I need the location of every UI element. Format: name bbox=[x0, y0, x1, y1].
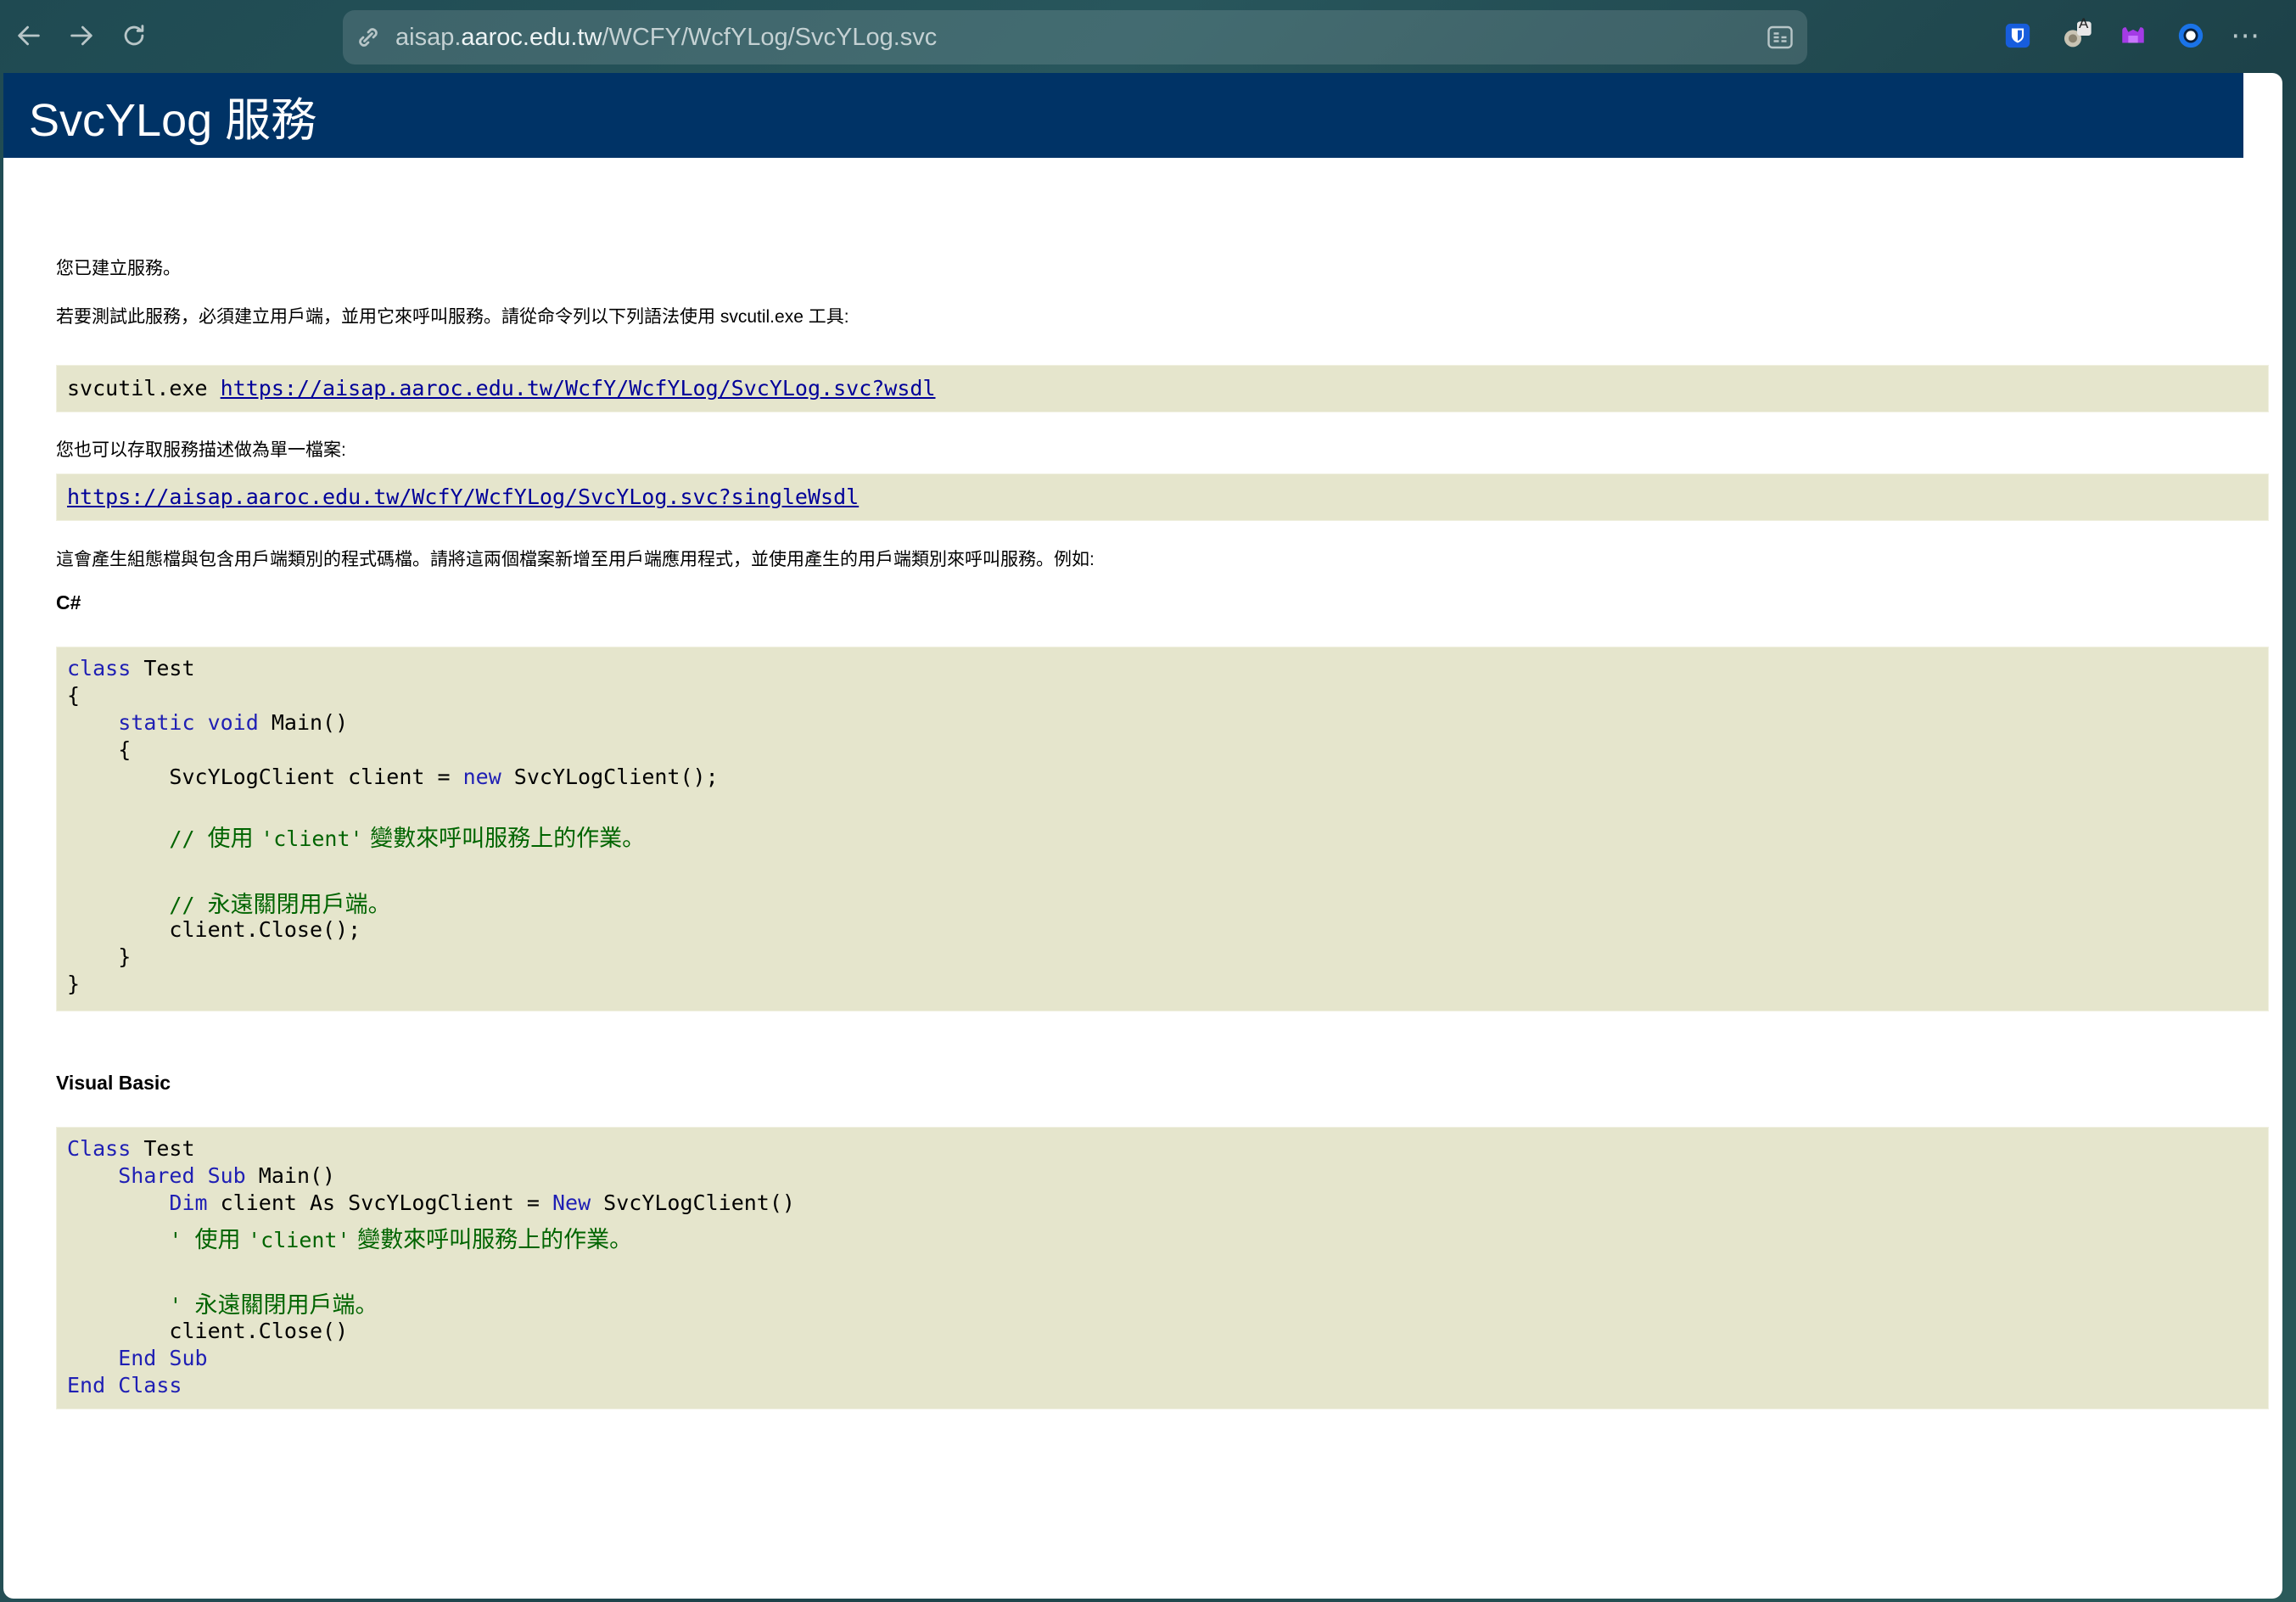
record-icon bbox=[2178, 23, 2204, 48]
translate-extension[interactable]: A bbox=[2058, 15, 2096, 54]
code-line: End Class bbox=[67, 1373, 182, 1398]
bitwarden-extension[interactable] bbox=[1999, 17, 2036, 54]
arrow-right-icon bbox=[70, 25, 92, 46]
more-menu-button[interactable]: ⋯ bbox=[2226, 17, 2264, 54]
code-comment: // 永遠關閉用戶端。 bbox=[67, 892, 391, 918]
code-line: Class Test bbox=[67, 1136, 195, 1161]
code-comment: // 使用 'client' 變數來呼叫服務上的作業。 bbox=[67, 826, 646, 852]
vb-code-block: Class Test Shared Sub Main() Dim client … bbox=[56, 1127, 2269, 1409]
arrow-left-icon bbox=[18, 25, 40, 46]
created-text: 您已建立服務。 bbox=[56, 259, 181, 278]
reload-button[interactable] bbox=[114, 15, 154, 56]
forward-button[interactable] bbox=[61, 15, 102, 56]
code-line: } bbox=[67, 944, 132, 969]
code-line: class Test bbox=[67, 656, 195, 681]
back-button[interactable] bbox=[8, 15, 49, 56]
code-comment: ' 使用 'client' 變數來呼叫服務上的作業。 bbox=[67, 1227, 633, 1253]
code-line: client.Close() bbox=[67, 1319, 349, 1343]
extension-icon bbox=[2122, 27, 2144, 43]
page-viewport: SvcYLog 服務 您已建立服務。 若要測試此服務，必須建立用戶端，並用它來呼… bbox=[3, 73, 2282, 1599]
single-wsdl-link[interactable]: https://aisap.aaroc.edu.tw/WcfY/WcfYLog/… bbox=[67, 485, 859, 509]
csharp-code-block: class Test { static void Main() { SvcYLo… bbox=[56, 647, 2269, 1011]
code-comment: ' 永遠關閉用戶端。 bbox=[67, 1292, 378, 1319]
single-file-text: 您也可以存取服務描述做為單一檔案: bbox=[56, 440, 346, 460]
code-line: client.Close(); bbox=[67, 917, 361, 942]
purple-extension[interactable] bbox=[2114, 17, 2152, 54]
url-text[interactable]: aisap.aaroc.edu.tw/WCFY/WcfYLog/SvcYLog.… bbox=[395, 10, 937, 64]
generate-instructions: 這會產生組態檔與包含用戶端類別的程式碼檔。請將這兩個檔案新增至用戶端應用程式，並… bbox=[56, 550, 1095, 569]
translate-badge: A bbox=[2079, 15, 2089, 31]
site-settings-icon[interactable] bbox=[353, 22, 384, 53]
code-line: End Sub bbox=[67, 1346, 208, 1370]
svcutil-command: svcutil.exe bbox=[67, 376, 221, 400]
code-line: { bbox=[67, 737, 132, 762]
translate-icon bbox=[2064, 21, 2092, 48]
reload-icon bbox=[124, 25, 144, 46]
wsdl-link[interactable]: https://aisap.aaroc.edu.tw/WcfY/WcfYLog/… bbox=[221, 376, 936, 400]
code-line: static void Main() bbox=[118, 710, 349, 735]
single-wsdl-box: https://aisap.aaroc.edu.tw/WcfY/WcfYLog/… bbox=[56, 473, 2269, 521]
page-title: SvcYLog 服務 bbox=[3, 73, 2243, 158]
vb-heading: Visual Basic bbox=[56, 1072, 171, 1094]
more-icon: ⋯ bbox=[2231, 19, 2260, 53]
csharp-heading: C# bbox=[56, 591, 81, 613]
test-instructions: 若要測試此服務，必須建立用戶端，並用它來呼叫服務。請從命令列以下列語法使用 sv… bbox=[56, 307, 849, 327]
svcutil-command-box: svcutil.exe https://aisap.aaroc.edu.tw/W… bbox=[56, 365, 2269, 412]
address-bar[interactable]: aisap.aaroc.edu.tw/WCFY/WcfYLog/SvcYLog.… bbox=[343, 10, 1807, 64]
url-prefix: aisap. bbox=[395, 24, 462, 51]
browser-toolbar: aisap.aaroc.edu.tw/WCFY/WcfYLog/SvcYLog.… bbox=[0, 0, 2296, 75]
url-host: aaroc.edu.tw bbox=[461, 24, 602, 51]
code-line: Dim client As SvcYLogClient = New SvcYLo… bbox=[169, 1190, 795, 1215]
shield-icon bbox=[2005, 23, 2030, 48]
code-line: } bbox=[67, 972, 81, 996]
code-line: { bbox=[67, 683, 81, 708]
url-path: /WCFY/WcfYLog/SvcYLog.svc bbox=[602, 24, 938, 51]
code-line: SvcYLogClient client = new SvcYLogClient… bbox=[67, 765, 719, 789]
code-line: Shared Sub Main() bbox=[118, 1163, 336, 1188]
reader-mode-icon[interactable] bbox=[1765, 22, 1795, 53]
circle-extension[interactable] bbox=[2172, 17, 2209, 54]
